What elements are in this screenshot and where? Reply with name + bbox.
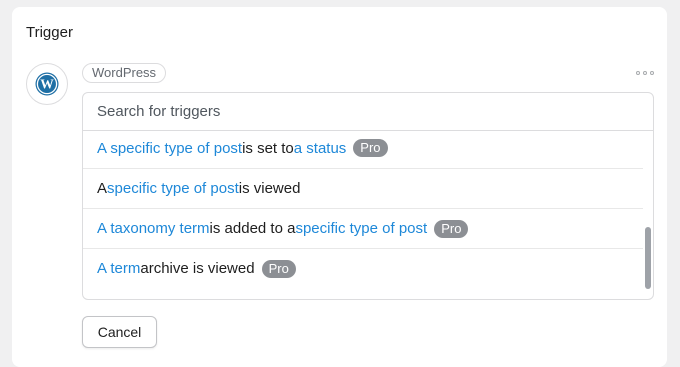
- trigger-text: is viewed: [238, 180, 301, 197]
- trigger-token-link: a status: [293, 139, 347, 157]
- integration-avatar: W: [26, 63, 68, 105]
- svg-text:W: W: [40, 77, 54, 92]
- more-options-icon[interactable]: [636, 67, 654, 79]
- section-title: Trigger: [26, 24, 73, 41]
- wordpress-logo-icon: W: [35, 72, 59, 96]
- trigger-token-link: specific type of post: [295, 220, 428, 237]
- pro-badge: Pro: [434, 219, 469, 238]
- trigger-option[interactable]: A specific type of post is viewed: [83, 168, 643, 208]
- trigger-text: is set to: [242, 139, 294, 157]
- integration-name-chip: WordPress: [82, 63, 167, 83]
- trigger-option[interactable]: A taxonomy term is added to a specific t…: [83, 208, 643, 248]
- trigger-token-link: A taxonomy term: [97, 220, 210, 237]
- trigger-card: Trigger W WordPress A specific type of p…: [12, 7, 667, 367]
- dot: [650, 71, 654, 75]
- dot: [643, 71, 647, 75]
- trigger-token-link: A term: [97, 260, 141, 277]
- trigger-text: archive is viewed: [140, 260, 255, 277]
- trigger-search-dropdown: A specific type of post is set to a stat…: [82, 92, 654, 300]
- pro-badge: Pro: [353, 139, 388, 157]
- trigger-list-viewport: A specific type of post is set to a stat…: [83, 131, 653, 299]
- trigger-option[interactable]: A specific type of post is set to a stat…: [83, 131, 643, 168]
- dot: [636, 71, 640, 75]
- pro-badge: Pro: [261, 259, 296, 278]
- search-row: [83, 93, 653, 131]
- trigger-text: is added to a: [209, 220, 296, 237]
- trigger-list: A specific type of post is set to a stat…: [83, 131, 643, 288]
- trigger-text: A: [97, 180, 108, 197]
- cancel-button[interactable]: Cancel: [82, 316, 157, 348]
- scrollbar-thumb[interactable]: [645, 227, 651, 289]
- trigger-token-link: specific type of post: [107, 180, 239, 197]
- trigger-option[interactable]: A term archive is viewed Pro: [83, 248, 643, 288]
- search-input[interactable]: [97, 103, 617, 120]
- scrollbar[interactable]: [645, 131, 651, 299]
- trigger-token-link: A specific type of post: [97, 139, 243, 157]
